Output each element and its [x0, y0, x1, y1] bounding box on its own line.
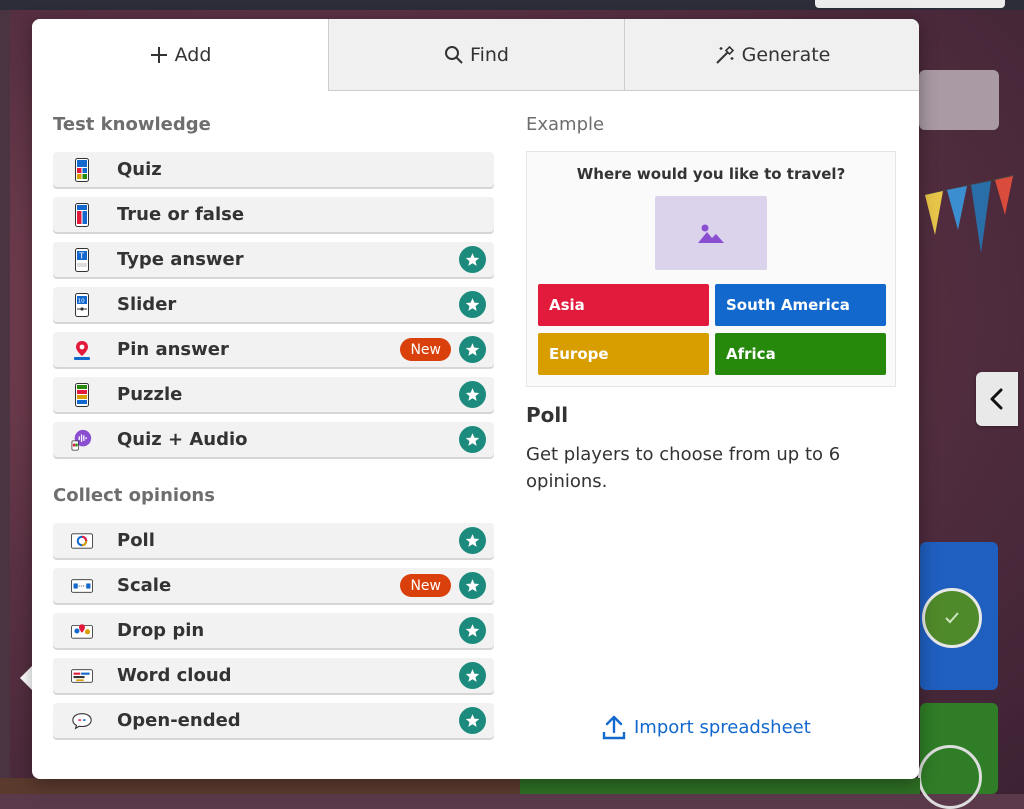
premium-star-icon [459, 707, 486, 734]
check-icon [922, 588, 982, 648]
list-item-slider[interactable]: 10 Slider [53, 287, 494, 322]
pin-answer-icon [71, 337, 93, 363]
svg-text:10: 10 [78, 298, 85, 304]
scale-icon [71, 573, 93, 599]
tab-generate-label: Generate [741, 43, 831, 66]
premium-star-icon [459, 426, 486, 453]
item-label: Puzzle [117, 384, 183, 405]
item-label: Scale [117, 575, 172, 596]
item-label: Word cloud [117, 665, 232, 686]
list-item-scale[interactable]: Scale New [53, 568, 494, 603]
tab-generate[interactable]: Generate [624, 19, 919, 91]
list-item-true-or-false[interactable]: True or false [53, 197, 494, 232]
left-edge [0, 10, 10, 794]
bunting-decoration [925, 175, 1015, 253]
detail-description: Get players to choose from up to 6 opini… [526, 444, 841, 492]
poll-icon [71, 528, 93, 554]
item-label: Type answer [117, 249, 244, 270]
premium-star-icon [459, 572, 486, 599]
premium-star-icon [459, 336, 486, 363]
item-label: Pin answer [117, 339, 229, 360]
example-answer-africa: Africa [715, 333, 886, 375]
detail-title: Poll [526, 403, 569, 427]
magic-wand-icon [714, 44, 736, 66]
svg-text:T: T [78, 251, 84, 260]
list-item-drop-pin[interactable]: Drop pin [53, 613, 494, 648]
premium-star-icon [459, 381, 486, 408]
item-label: Drop pin [117, 620, 205, 641]
quiz-audio-icon [71, 427, 93, 453]
tab-add-label: Add [174, 44, 212, 66]
example-preview: Where would you like to travel? Asia Sou… [526, 151, 896, 387]
question-type-list: Test knowledge Quiz True or false T Type… [53, 114, 494, 748]
section-title-collect-opinions: Collect opinions [53, 485, 215, 506]
list-item-quiz-audio[interactable]: Quiz + Audio [53, 422, 494, 457]
top-right-toolbar [815, 0, 1005, 8]
word-cloud-icon [71, 663, 93, 689]
test-knowledge-list: Quiz True or false T Type answer 10 Slid… [53, 152, 494, 457]
list-item-open-ended[interactable]: Open-ended [53, 703, 494, 738]
example-answer-south-america: South America [715, 284, 886, 326]
true-false-icon [71, 202, 93, 228]
background-circle [918, 745, 982, 809]
collect-opinions-list: Poll Scale New Drop pin Word cloud Open-… [53, 523, 494, 738]
list-item-poll[interactable]: Poll [53, 523, 494, 558]
puzzle-icon [71, 382, 93, 408]
list-item-type-answer[interactable]: T Type answer [53, 242, 494, 277]
premium-star-icon [459, 662, 486, 689]
new-badge: New [400, 574, 451, 597]
tab-bar: Add Find Generate [32, 19, 919, 91]
plus-icon [149, 45, 169, 65]
new-badge: New [400, 338, 451, 361]
collapse-panel-button[interactable] [976, 372, 1018, 426]
example-answer-europe: Europe [538, 333, 709, 375]
background-bottom-mid [520, 778, 920, 794]
slider-icon: 10 [71, 292, 93, 318]
premium-star-icon [459, 246, 486, 273]
example-panel: Example Where would you like to travel? … [526, 114, 898, 495]
add-question-popover: Add Find Generate Test knowledge Quiz Tr… [32, 19, 919, 779]
list-item-puzzle[interactable]: Puzzle [53, 377, 494, 412]
list-item-pin-answer[interactable]: Pin answer New [53, 332, 494, 367]
import-spreadsheet-label: Import spreadsheet [634, 716, 811, 738]
background-panel [919, 70, 999, 130]
section-title-test-knowledge: Test knowledge [53, 114, 211, 135]
premium-star-icon [459, 291, 486, 318]
chevron-left-icon [990, 388, 1003, 410]
list-item-quiz[interactable]: Quiz [53, 152, 494, 187]
example-answer-asia: Asia [538, 284, 709, 326]
item-label: Slider [117, 294, 177, 315]
search-icon [444, 45, 464, 65]
item-label: Poll [117, 530, 155, 551]
type-answer-icon: T [71, 247, 93, 273]
item-label: Quiz [117, 159, 162, 180]
import-spreadsheet-button[interactable]: Import spreadsheet [602, 712, 811, 742]
tab-find-label: Find [470, 43, 509, 66]
drop-pin-icon [71, 618, 93, 644]
item-label: Open-ended [117, 710, 241, 731]
background-bottom-left [0, 778, 520, 794]
tab-add[interactable]: Add [32, 19, 328, 91]
open-ended-icon [71, 708, 93, 734]
example-label: Example [526, 114, 605, 135]
list-item-word-cloud[interactable]: Word cloud [53, 658, 494, 693]
upload-icon [602, 714, 626, 740]
tab-find[interactable]: Find [328, 19, 624, 91]
premium-star-icon [459, 617, 486, 644]
quiz-icon [71, 157, 93, 183]
premium-star-icon [459, 527, 486, 554]
image-placeholder-icon [655, 196, 767, 270]
example-question: Where would you like to travel? [576, 165, 846, 183]
item-label: True or false [117, 204, 245, 225]
item-label: Quiz + Audio [117, 429, 248, 450]
